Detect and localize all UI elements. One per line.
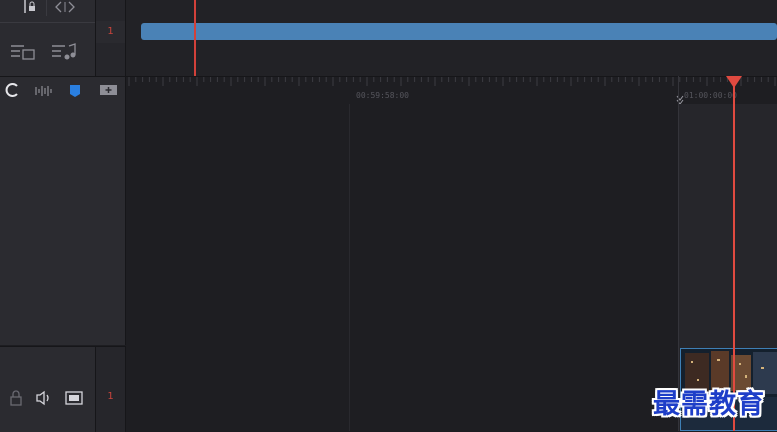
- track-header-empty: [0, 105, 126, 345]
- audio-waveform-icon[interactable]: [35, 85, 53, 97]
- gridline: [678, 76, 679, 431]
- code-brackets-icon[interactable]: [55, 1, 75, 13]
- snap-icon[interactable]: [4, 83, 20, 99]
- track-index-column-bottom: 1: [96, 346, 126, 432]
- film-icon[interactable]: [65, 391, 83, 405]
- divider: [0, 22, 95, 23]
- timecode-ruler[interactable]: 00:59:58:00 01:00:00:00: [126, 76, 777, 105]
- add-track-icon[interactable]: [100, 85, 117, 97]
- track-index-bottom: 1: [107, 391, 114, 402]
- playhead-handle-icon[interactable]: [726, 76, 742, 88]
- speaker-icon[interactable]: [35, 390, 53, 406]
- video-track-header: [0, 346, 96, 432]
- audio-track-header: [0, 0, 96, 76]
- playhead-line[interactable]: [733, 84, 735, 431]
- ruler-timecode-1: 00:59:58:00: [356, 91, 409, 100]
- track-index-top: 1: [96, 21, 125, 43]
- upper-playhead-line: [194, 0, 196, 76]
- marker-flag-icon[interactable]: [69, 84, 81, 98]
- watermark-logo: 最需教育: [653, 389, 765, 420]
- gridline: [349, 104, 350, 431]
- audio-output-icon[interactable]: [51, 42, 77, 62]
- divider: [46, 0, 47, 16]
- position-lock-icon[interactable]: [22, 0, 38, 14]
- lock-icon[interactable]: [9, 390, 23, 406]
- timeline-toolbar: [0, 76, 126, 106]
- timeline-clip-bar[interactable]: [141, 23, 777, 40]
- video-output-icon[interactable]: [10, 42, 36, 62]
- ruler-timecode-2: 01:00:00:00: [684, 91, 737, 100]
